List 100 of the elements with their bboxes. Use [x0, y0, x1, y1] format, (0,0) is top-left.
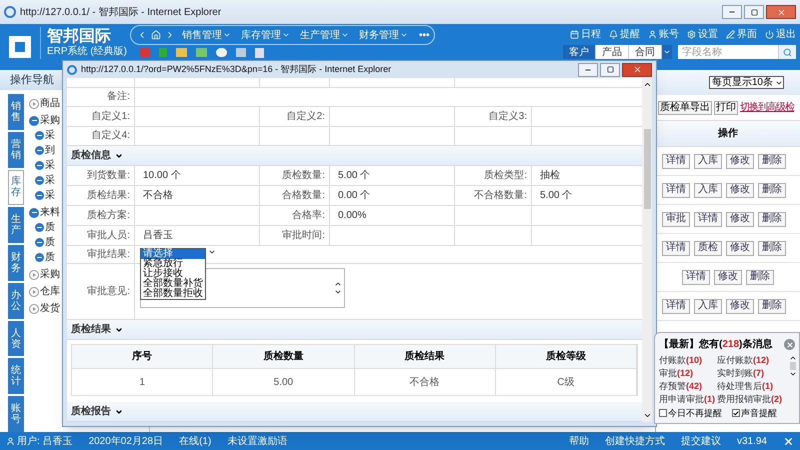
action-button[interactable]: 详情: [662, 182, 690, 198]
advanced-search-link[interactable]: 切换到高级检: [740, 100, 794, 115]
tree-item[interactable]: 采: [45, 128, 55, 143]
dropdown-option[interactable]: 请选择: [141, 249, 205, 259]
message-item[interactable]: 费用报销审批(2): [717, 393, 789, 405]
field-value: 0.00 个: [338, 189, 370, 203]
action-button[interactable]: 删除: [758, 298, 786, 314]
tree-item[interactable]: 商品: [40, 96, 60, 111]
tree-item[interactable]: 质: [45, 235, 55, 250]
toolbar-button[interactable]: 打印: [714, 100, 738, 114]
app-subtitle: ERP系统 (经典版): [47, 46, 128, 58]
tree-item[interactable]: 质: [45, 250, 55, 265]
message-item[interactable]: 应付账款(12): [717, 354, 789, 366]
field-label: 审批人员:: [87, 228, 130, 243]
field-label: 审批时间:: [282, 228, 325, 243]
action-button[interactable]: 修改: [726, 298, 754, 314]
action-button[interactable]: 修改: [726, 154, 754, 168]
field-label: 不合格数量:: [474, 188, 527, 203]
action-button[interactable]: 删除: [758, 212, 786, 226]
window-title: http://127.0.0.1/ - 智邦国际 - Internet Explorer: [20, 6, 222, 20]
action-button[interactable]: 详情: [662, 154, 690, 168]
action-button[interactable]: 修改: [714, 270, 742, 284]
section-header[interactable]: 质检结果: [67, 320, 642, 340]
dropdown-option[interactable]: 让步接收: [141, 269, 205, 279]
header-tool[interactable]: 退出: [765, 27, 796, 42]
tree-item[interactable]: 采: [45, 188, 55, 203]
status-link[interactable]: 创建快捷方式: [604, 434, 665, 448]
action-button[interactable]: 详情: [662, 298, 690, 314]
checkbox-label: 声音提醒: [741, 406, 777, 420]
nav-menu[interactable]: 财务管理: [356, 28, 411, 42]
tree-item[interactable]: 来料: [40, 205, 60, 220]
more-menu[interactable]: •••: [419, 28, 430, 42]
column-header: 质检等级: [496, 345, 637, 368]
tree-item[interactable]: 质: [45, 220, 55, 235]
header-tool[interactable]: 日程: [570, 27, 601, 42]
module-tab[interactable]: 账号: [8, 396, 24, 432]
header-tool[interactable]: 账号: [648, 27, 679, 42]
version-label: v31.94: [736, 434, 767, 448]
message-item[interactable]: 实时到账(7): [717, 367, 789, 379]
nav-menu[interactable]: 库存管理: [238, 28, 293, 42]
status-link[interactable]: 帮助: [568, 434, 589, 448]
action-button[interactable]: 审批: [662, 212, 690, 226]
tree-item[interactable]: 发货: [40, 301, 60, 316]
module-tab[interactable]: 办公: [8, 282, 24, 319]
message-item[interactable]: 付账款(10): [659, 354, 717, 366]
dropdown-option[interactable]: 紧急放行: [141, 259, 205, 269]
action-button[interactable]: 详情: [682, 270, 710, 284]
action-button[interactable]: 修改: [726, 182, 754, 198]
header-tab[interactable]: 客户: [563, 45, 596, 59]
action-button[interactable]: 修改: [726, 212, 754, 226]
module-tab[interactable]: 库存: [8, 170, 24, 206]
module-tab[interactable]: 销售: [8, 94, 24, 130]
tree-item[interactable]: 到: [45, 143, 55, 158]
action-button[interactable]: 详情: [662, 240, 690, 256]
action-button[interactable]: 删除: [758, 154, 786, 168]
action-button[interactable]: 修改: [726, 240, 754, 256]
dropdown-option[interactable]: 全部数量补货: [141, 279, 205, 289]
header-tool[interactable]: 设置: [687, 27, 718, 42]
message-item[interactable]: 存预警(42): [659, 380, 717, 392]
message-item[interactable]: 用申请审批(1): [659, 393, 717, 405]
table-cell: 5.00: [213, 369, 354, 395]
nav-menu[interactable]: 生产管理: [297, 28, 352, 42]
field-label: 自定义3:: [488, 110, 527, 124]
column-header: 序号: [72, 345, 214, 368]
tree-item[interactable]: 采: [45, 158, 55, 173]
tree-item[interactable]: 采: [45, 173, 55, 188]
status-link[interactable]: 提交建议: [680, 434, 721, 448]
tree-item[interactable]: 采购: [40, 267, 60, 282]
action-button[interactable]: 入库: [694, 298, 722, 314]
page-size-select[interactable]: 每页显示10条: [708, 76, 784, 89]
action-button[interactable]: 入库: [694, 154, 722, 168]
dropdown-option[interactable]: 全部数量拒收: [141, 289, 205, 299]
action-button[interactable]: 详情: [694, 212, 722, 226]
action-button[interactable]: 质检: [694, 240, 722, 256]
message-item[interactable]: 审批(12): [659, 367, 717, 379]
field-label: 质检类型:: [484, 168, 527, 183]
tree-item[interactable]: 采购: [40, 113, 60, 128]
tree-item[interactable]: 仓库: [40, 284, 60, 299]
header-tool[interactable]: 提醒: [609, 27, 640, 42]
action-button[interactable]: 删除: [758, 182, 786, 198]
toolbar-button[interactable]: 质检单导出: [658, 100, 712, 114]
column-header: 操作: [718, 126, 738, 141]
field-value: 10.00 个: [143, 169, 181, 183]
action-button[interactable]: 删除: [746, 270, 774, 284]
table-cell: 1: [72, 369, 214, 395]
module-tab[interactable]: 生产: [8, 207, 24, 244]
message-item[interactable]: 待处理售后(1): [717, 380, 789, 392]
action-button[interactable]: 删除: [758, 240, 786, 256]
nav-menu[interactable]: 销售管理: [179, 28, 234, 42]
module-tab[interactable]: 营销: [8, 132, 24, 168]
module-tab[interactable]: 人资: [8, 320, 24, 356]
module-tab[interactable]: 财务: [8, 245, 24, 281]
header-tool[interactable]: 界面: [726, 27, 757, 42]
section-header[interactable]: 质检信息: [67, 146, 642, 166]
module-tab[interactable]: 统计: [8, 358, 24, 394]
field-value: 不合格: [143, 188, 173, 203]
section-header[interactable]: 质检报告: [67, 402, 642, 422]
action-button[interactable]: 入库: [694, 182, 722, 198]
search-field[interactable]: 字段名称: [678, 45, 778, 59]
field-label: 质检结果:: [87, 188, 130, 203]
